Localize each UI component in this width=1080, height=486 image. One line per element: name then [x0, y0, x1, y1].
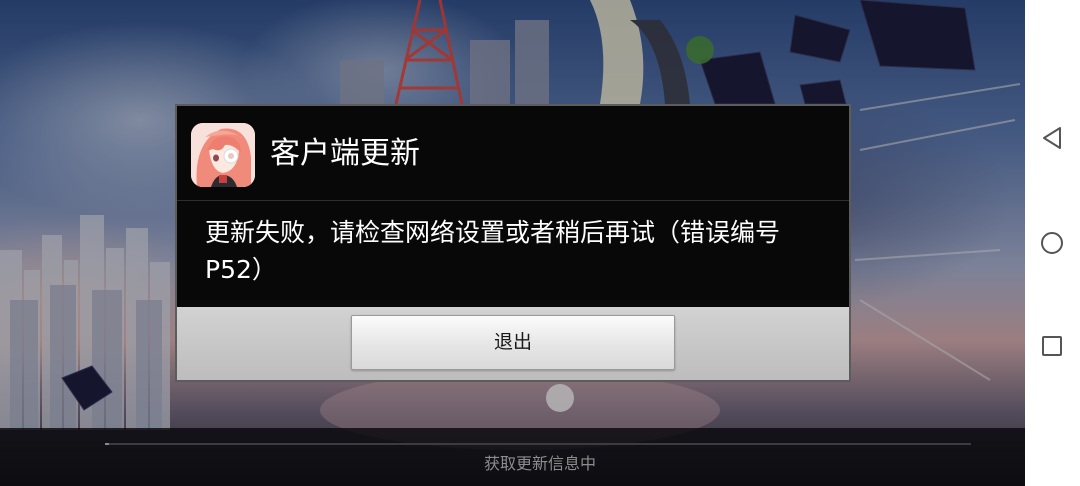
update-progress-bar — [105, 443, 971, 445]
dialog-footer: 退出 — [177, 307, 849, 380]
client-update-dialog: 客户端更新 更新失败，请检查网络设置或者稍后再试（错误编号P52） 退出 — [175, 104, 851, 382]
dialog-title: 客户端更新 — [270, 136, 420, 171]
back-triangle-icon[interactable] — [1037, 123, 1067, 153]
screen: 获取更新信息中 客户端更新 更新失败，请检查网络设置或者稍后再试（错误编号P52… — [0, 0, 1080, 486]
home-circle-icon[interactable] — [1037, 228, 1067, 258]
android-navigation-bar — [1025, 0, 1080, 486]
loading-status-text: 获取更新信息中 — [483, 454, 596, 473]
dialog-message: 更新失败，请检查网络设置或者稍后再试（错误编号P52） — [205, 218, 781, 284]
exit-button[interactable]: 退出 — [351, 315, 675, 370]
recents-square-icon[interactable] — [1037, 331, 1067, 361]
anime-girl-app-icon — [191, 123, 255, 187]
dialog-header: 客户端更新 — [177, 106, 849, 201]
update-progress-fill — [105, 443, 109, 445]
